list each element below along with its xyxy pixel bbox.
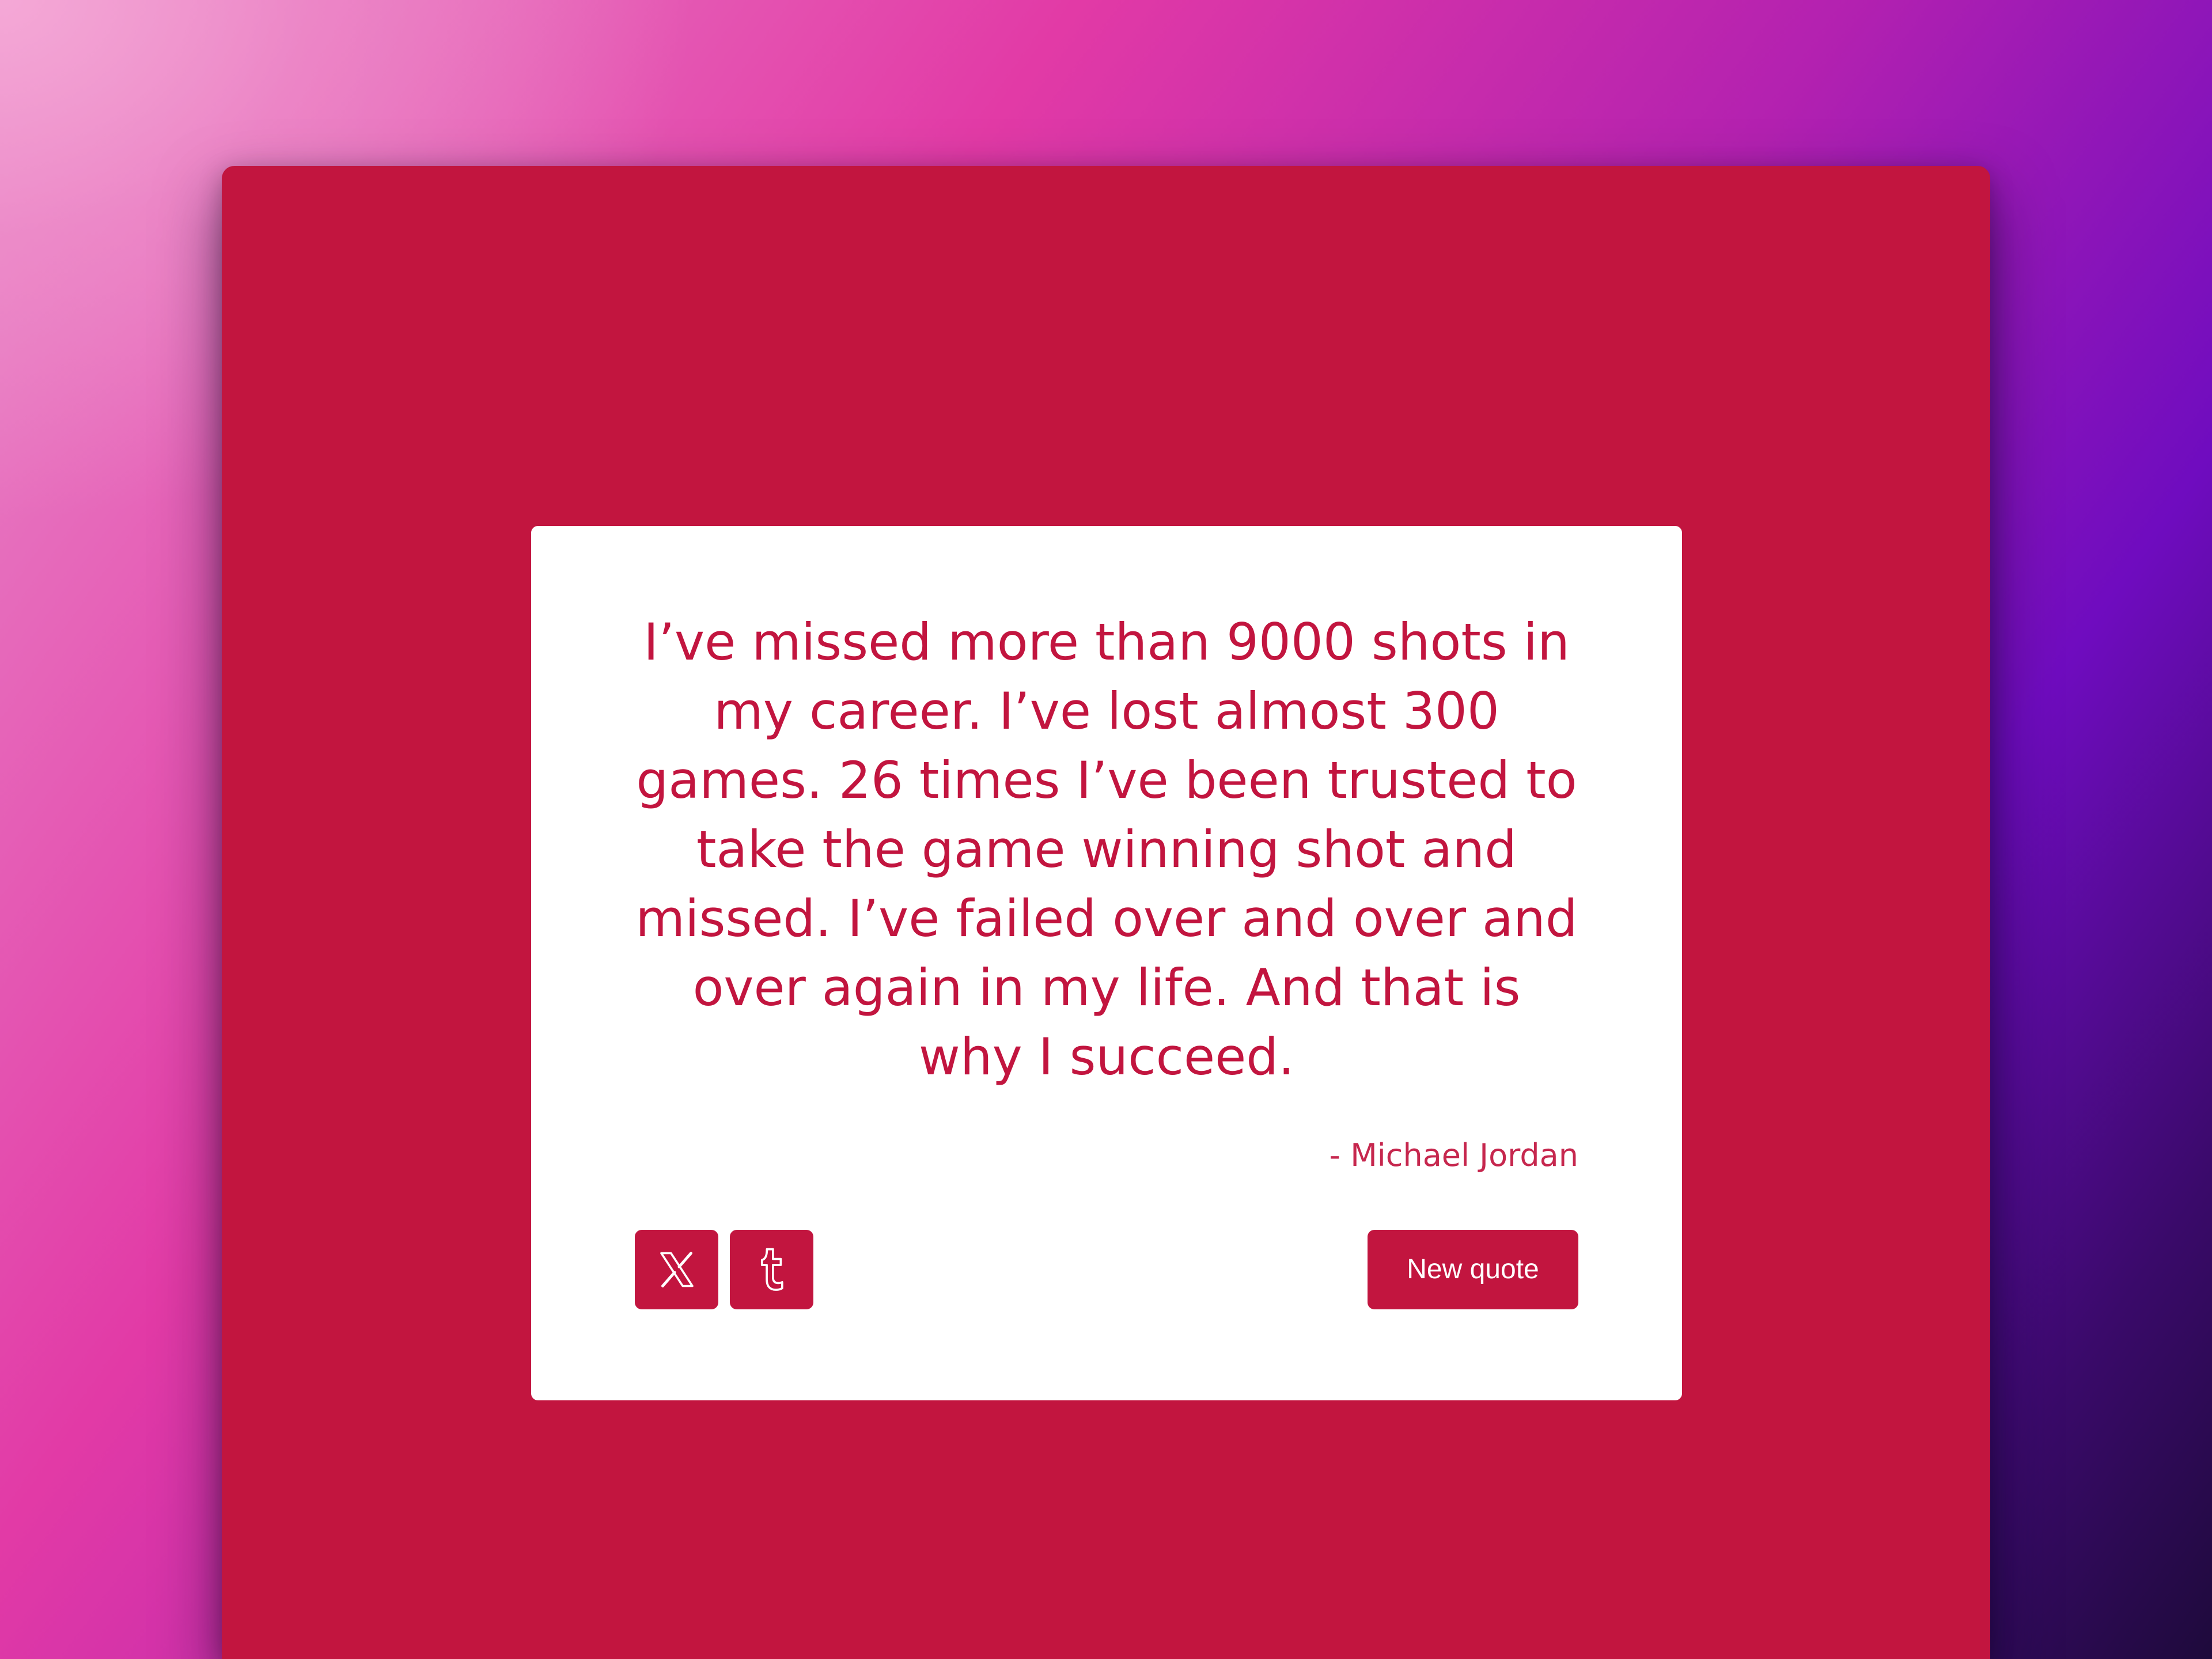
quote-text: I’ve missed more than 9000 shots in my c… (635, 612, 1578, 1086)
tweet-quote-button[interactable] (635, 1230, 718, 1309)
share-and-actions-row: New quote (635, 1230, 1578, 1309)
x-logo-icon (656, 1249, 698, 1290)
quote-box: I’ve missed more than 9000 shots in my c… (531, 526, 1682, 1400)
tumblr-logo-icon (753, 1247, 790, 1293)
quote-machine-background-panel: I’ve missed more than 9000 shots in my c… (222, 166, 1990, 1659)
new-quote-button[interactable]: New quote (1368, 1230, 1578, 1309)
tumblr-share-button[interactable] (730, 1230, 813, 1309)
quote-author: - Michael Jordan (1329, 1137, 1578, 1173)
